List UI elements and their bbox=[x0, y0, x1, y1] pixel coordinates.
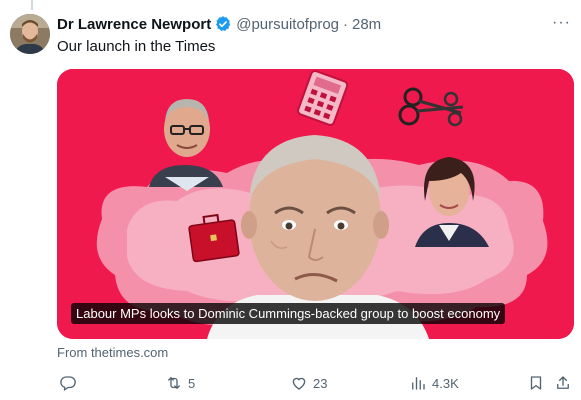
share-icon bbox=[557, 376, 569, 389]
thread-connector-line bbox=[31, 0, 33, 10]
like-button[interactable]: 23 bbox=[290, 374, 327, 392]
avatar[interactable] bbox=[10, 14, 50, 54]
retweet-count: 5 bbox=[188, 375, 196, 391]
author-name[interactable]: Dr Lawrence Newport bbox=[57, 16, 211, 33]
tweet-timestamp[interactable]: 28m bbox=[352, 16, 381, 33]
like-count: 23 bbox=[313, 375, 328, 391]
heart-icon bbox=[292, 377, 306, 390]
verified-badge-icon[interactable] bbox=[214, 15, 232, 33]
reply-icon bbox=[60, 376, 76, 392]
link-card[interactable]: Labour MPs looks to Dominic Cummings-bac… bbox=[57, 69, 574, 339]
retweet-icon bbox=[168, 377, 180, 389]
views-button[interactable]: 4.3K bbox=[409, 374, 459, 392]
share-button[interactable] bbox=[554, 374, 572, 392]
tweet-header: Dr Lawrence Newport @pursuitofprog · 28m bbox=[57, 14, 581, 34]
card-image bbox=[57, 69, 574, 339]
bookmark-button[interactable] bbox=[527, 374, 545, 392]
retweet-button[interactable]: 5 bbox=[165, 374, 195, 392]
more-options-icon[interactable]: ··· bbox=[552, 14, 571, 32]
bookmark-icon bbox=[530, 376, 542, 390]
card-source-link[interactable]: From thetimes.com bbox=[57, 345, 168, 360]
meta-separator: · bbox=[343, 15, 348, 33]
views-count: 4.3K bbox=[432, 375, 459, 391]
avatar-image bbox=[10, 14, 50, 54]
tweet-actions-bar: 5 23 4.3K bbox=[57, 374, 571, 394]
reply-button[interactable] bbox=[59, 374, 77, 392]
views-chart-icon bbox=[412, 377, 425, 390]
author-handle[interactable]: @pursuitofprog bbox=[236, 16, 339, 33]
tweet-text: Our launch in the Times bbox=[57, 38, 216, 55]
card-caption: Labour MPs looks to Dominic Cummings-bac… bbox=[71, 303, 506, 324]
